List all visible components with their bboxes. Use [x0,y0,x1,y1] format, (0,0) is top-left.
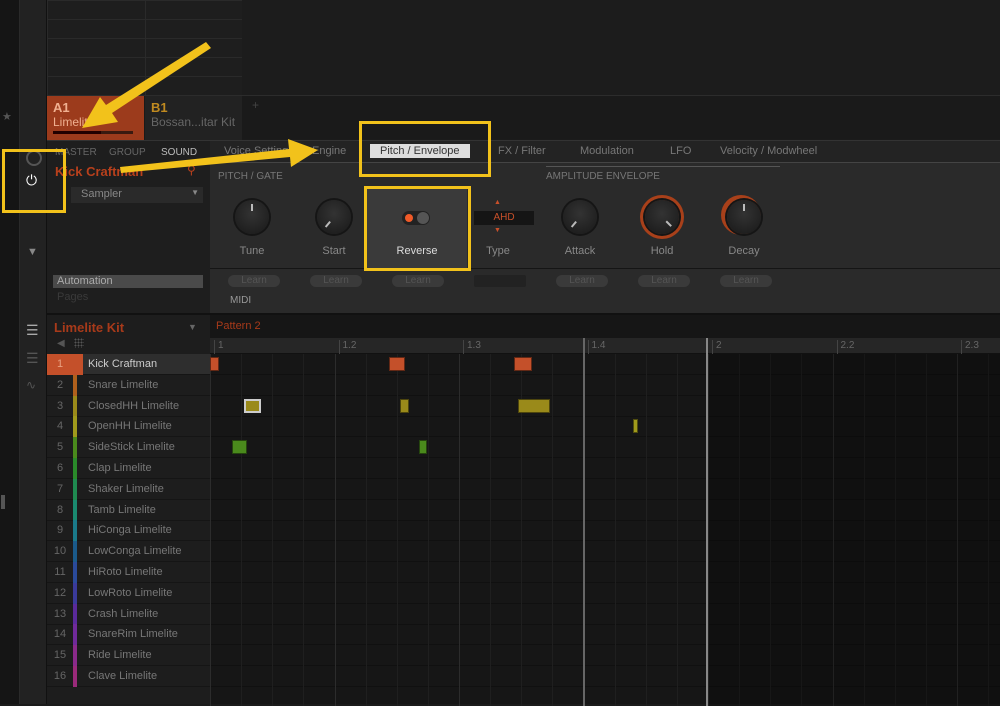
arrow-to-group [82,42,211,128]
annotation-arrows [82,42,318,173]
arrow-to-engine-tab [120,139,318,173]
